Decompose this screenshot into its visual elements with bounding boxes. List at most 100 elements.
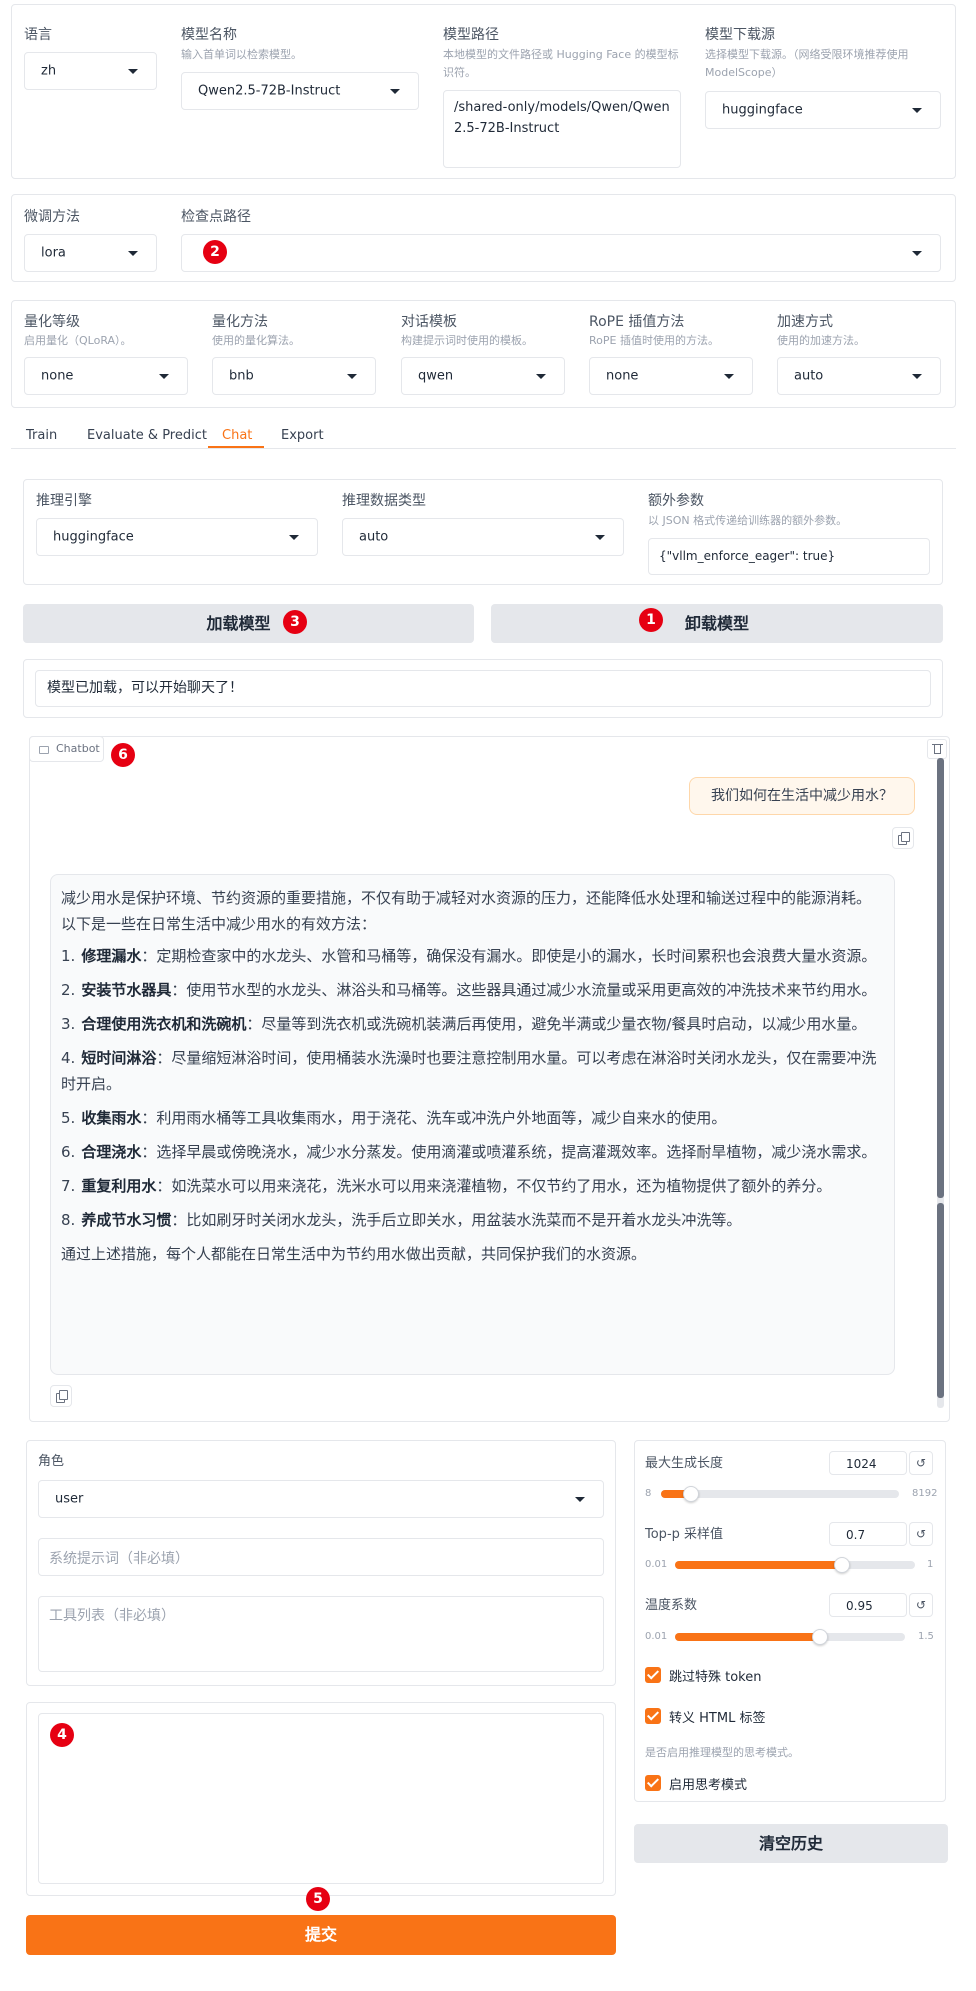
bot-list-text: ：比如刷牙时关闭水龙头，洗手后立即关水，用盆装水洗菜而不是开着水龙头冲洗等。 (171, 1211, 742, 1229)
bot-list-title: 养成节水习惯 (81, 1211, 172, 1229)
enable-thinking-label: 启用思考模式 (669, 1778, 748, 1793)
enable-thinking-checkbox[interactable] (645, 1775, 661, 1791)
bot-list-item: 2. 安装节水器具：使用节水型的水龙头、淋浴头和马桶等。这些器具通过减少水流量或采… (61, 977, 884, 1003)
load-model-button[interactable]: 加载模型 (23, 604, 474, 643)
max-tokens-reset-icon[interactable]: ↺ (909, 1451, 933, 1475)
top-p-max: 1 (927, 1559, 934, 1570)
temperature-slider[interactable] (675, 1629, 905, 1645)
quant-method-value: bnb (229, 368, 254, 384)
chat-scrollbar-thumb[interactable] (937, 758, 944, 1198)
copy-user-message-icon[interactable] (892, 827, 914, 849)
chat-scrollbar[interactable] (937, 758, 944, 1408)
user-message-bubble: 我们如何在生活中减少用水？ (689, 777, 915, 815)
system-prompt-input[interactable]: 系统提示词（非必填） (38, 1538, 604, 1576)
tools-input[interactable]: 工具列表（非必填） (38, 1596, 604, 1672)
bot-list-text: ：如洗菜水可以用来浇花，洗米水可以用来浇灌植物，不仅节约了用水，还为植物提供了额… (156, 1177, 832, 1195)
annotation-badge-6: 6 (111, 743, 135, 767)
tab-train[interactable]: Train (26, 428, 57, 443)
top-p-reset-icon[interactable]: ↺ (909, 1522, 933, 1546)
max-tokens-min: 8 (645, 1488, 652, 1499)
language-value: zh (41, 63, 57, 79)
bot-list-text: ：选择早晨或傍晚浇水，减少水分蒸发。使用滴灌或喷灌系统，提高灌溉效率。选择耐旱植… (141, 1143, 877, 1161)
submit-label: 提交 (304, 1925, 337, 1944)
copy-bot-message-icon[interactable] (50, 1385, 72, 1407)
extra-args-label: 额外参数 (648, 493, 704, 509)
chevron-down-icon (128, 251, 138, 256)
rope-dropdown[interactable]: none (589, 357, 753, 395)
hub-dropdown[interactable]: huggingface (705, 91, 941, 129)
finetune-method-dropdown[interactable]: lora (24, 234, 157, 272)
tools-placeholder: 工具列表（非必填） (49, 1608, 175, 1624)
quant-bit-label: 量化等级 (24, 314, 80, 330)
max-tokens-number[interactable]: 1024 (829, 1451, 907, 1475)
bot-list-title: 安装节水器具 (81, 981, 172, 999)
bot-item-list: 1. 修理漏水：定期检查家中的水龙头、水管和马桶等，确保没有漏水。即使是小的漏水，… (61, 943, 884, 1233)
model-name-dropdown[interactable]: Qwen2.5-72B-Instruct (181, 72, 419, 110)
checkpoint-dropdown[interactable] (181, 234, 941, 272)
bot-list-item: 1. 修理漏水：定期检查家中的水龙头、水管和马桶等，确保没有漏水。即使是小的漏水，… (61, 943, 884, 969)
chatbot-label: Chatbot (56, 742, 100, 755)
tab-chat-underline (208, 446, 264, 448)
max-tokens-slider[interactable] (661, 1486, 899, 1502)
bot-list-number: 8. (61, 1211, 76, 1229)
tab-export[interactable]: Export (281, 428, 324, 443)
status-textbox[interactable]: 模型已加载，可以开始聊天了！ (35, 670, 931, 707)
chevron-down-icon (724, 374, 734, 379)
model-path-info: 本地模型的文件路径或 Hugging Face 的模型标识符。 (443, 48, 679, 79)
template-label: 对话模板 (401, 314, 457, 330)
temperature-number[interactable]: 0.95 (829, 1593, 907, 1617)
booster-value: auto (794, 368, 824, 384)
max-tokens-max: 8192 (912, 1488, 938, 1499)
quant-method-label: 量化方法 (212, 314, 268, 330)
bot-list-item: 6. 合理浇水：选择早晨或傍晚浇水，减少水分蒸发。使用滴灌或喷灌系统，提高灌溉效率… (61, 1139, 884, 1165)
role-label: 角色 (38, 1454, 65, 1469)
quant-method-dropdown[interactable]: bnb (212, 357, 376, 395)
top-p-slider-fill (675, 1561, 843, 1569)
template-dropdown[interactable]: qwen (401, 357, 565, 395)
unload-model-button[interactable]: 卸载模型 (491, 604, 943, 643)
chevron-down-icon (536, 374, 546, 379)
top-p-number[interactable]: 0.7 (829, 1522, 907, 1546)
bot-list-number: 2. (61, 981, 76, 999)
booster-dropdown[interactable]: auto (777, 357, 941, 395)
language-dropdown[interactable]: zh (24, 52, 157, 90)
chevron-down-icon (289, 535, 299, 540)
annotation-badge-1: 1 (639, 608, 663, 632)
bot-list-number: 1. (61, 947, 76, 965)
temperature-reset-icon[interactable]: ↺ (909, 1593, 933, 1617)
escape-html-checkbox[interactable] (645, 1708, 661, 1724)
submit-button[interactable]: 提交 (26, 1915, 616, 1955)
tab-chat[interactable]: Chat (222, 428, 252, 443)
annotation-badge-5: 5 (306, 1887, 330, 1911)
bot-list-text: ：利用雨水桶等工具收集雨水，用于浇花、洗车或冲洗户外地面等，减少自来水的使用。 (141, 1109, 727, 1127)
role-value: user (55, 1491, 84, 1507)
max-tokens-slider-knob[interactable] (682, 1486, 699, 1502)
skip-special-checkbox[interactable] (645, 1667, 661, 1683)
extra-args-info: 以 JSON 格式传递给训练器的额外参数。 (648, 514, 848, 527)
infer-dtype-dropdown[interactable]: auto (342, 518, 624, 556)
temperature-label: 温度系数 (645, 1598, 698, 1613)
rope-label: RoPE 插值方法 (589, 314, 685, 330)
bot-list-title: 短时间淋浴 (81, 1049, 157, 1067)
model-path-input[interactable]: /shared-only/models/Qwen/Qwen2.5-72B-Ins… (443, 90, 681, 168)
thinking-info: 是否启用推理模型的思考模式。 (645, 1746, 799, 1759)
trash-icon[interactable] (927, 739, 947, 759)
infer-backend-label: 推理引擎 (36, 493, 92, 509)
bot-list-number: 3. (61, 1015, 76, 1033)
infer-dtype-label: 推理数据类型 (342, 493, 426, 509)
role-dropdown[interactable]: user (38, 1480, 604, 1518)
chevron-down-icon (390, 89, 400, 94)
tab-evaluate-predict[interactable]: Evaluate & Predict (87, 428, 207, 443)
top-p-slider[interactable] (675, 1557, 915, 1573)
clear-history-label: 清空历史 (758, 1834, 823, 1853)
temperature-slider-knob[interactable] (812, 1629, 829, 1645)
clear-history-button[interactable]: 清空历史 (634, 1824, 948, 1863)
infer-backend-dropdown[interactable]: huggingface (36, 518, 318, 556)
bot-list-item: 3. 合理使用洗衣机和洗碗机：尽量等到洗衣机或洗碗机装满后再使用，避免半满或少量衣… (61, 1011, 884, 1037)
bot-list-title: 收集雨水 (81, 1109, 142, 1127)
bot-list-title: 重复利用水 (81, 1177, 157, 1195)
quant-bit-dropdown[interactable]: none (24, 357, 188, 395)
bot-list-text: ：尽量缩短淋浴时间，使用桶装水洗澡时也要注意控制用水量。可以考虑在淋浴时关闭水龙… (61, 1049, 877, 1093)
extra-args-input[interactable]: {"vllm_enforce_eager": true} (648, 538, 930, 575)
query-textarea[interactable] (38, 1713, 604, 1884)
